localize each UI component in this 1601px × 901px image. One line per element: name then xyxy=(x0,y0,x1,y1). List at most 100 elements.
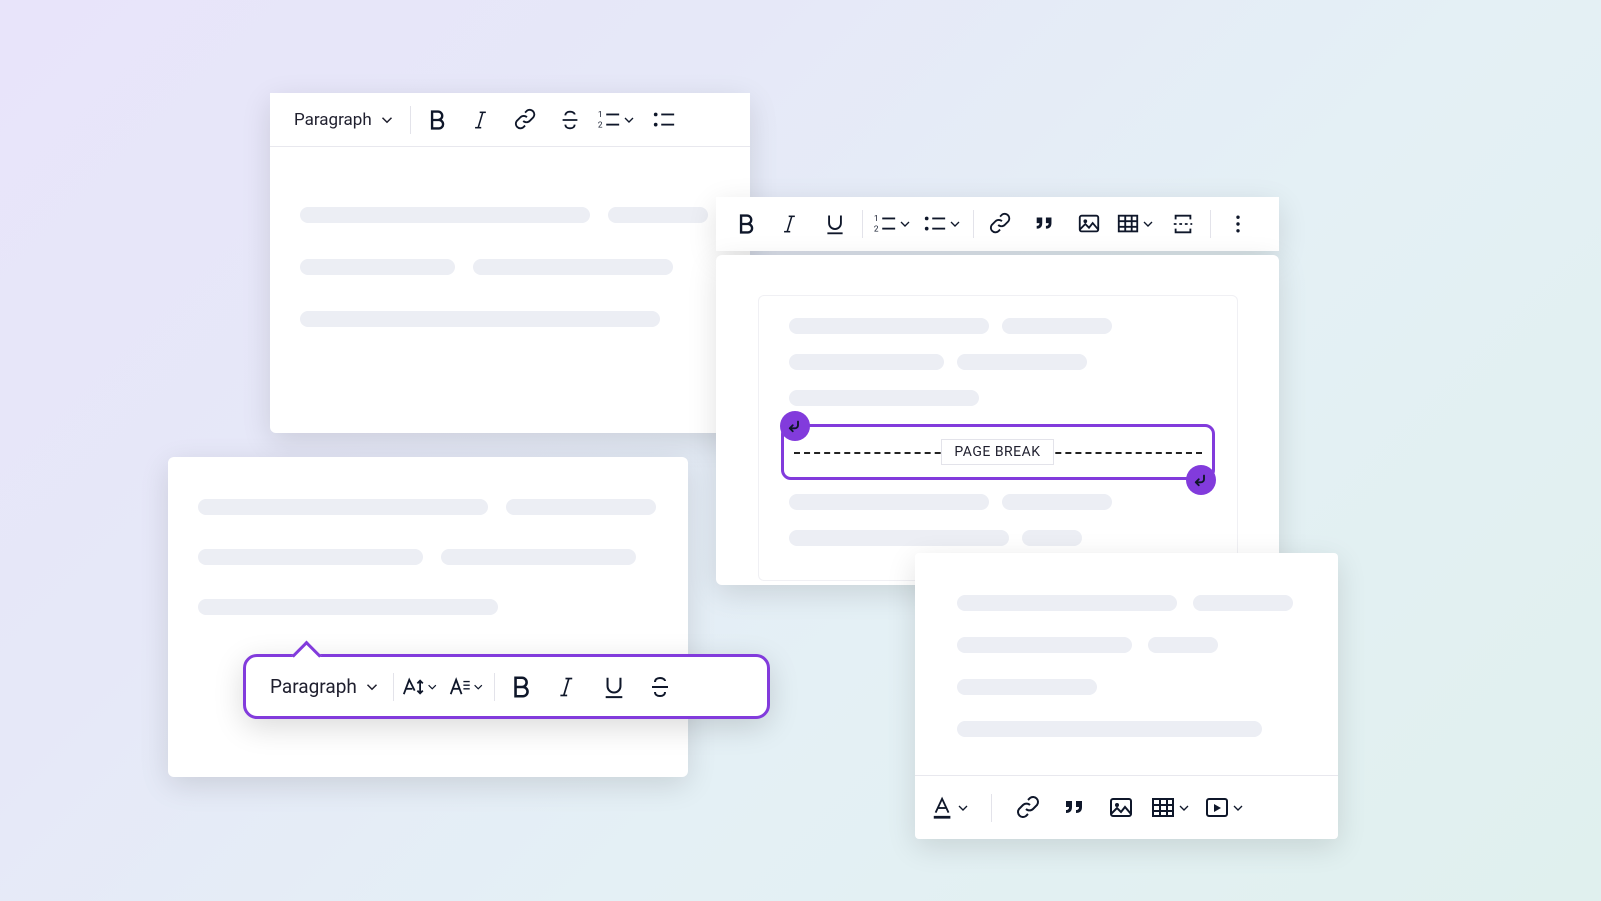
page-break-widget[interactable]: PAGE BREAK xyxy=(781,424,1215,480)
editor-panel-bottom-toolbar xyxy=(915,553,1338,839)
strikethrough-button[interactable] xyxy=(637,664,683,710)
ordered-list-button[interactable] xyxy=(869,203,917,245)
ordered-list-icon xyxy=(873,212,897,236)
heading-selector-label: Paragraph xyxy=(270,675,357,698)
chevron-down-icon xyxy=(1140,216,1156,232)
font-size-button[interactable] xyxy=(398,664,444,710)
chevron-down-icon xyxy=(471,679,485,695)
underline-button[interactable] xyxy=(814,203,856,245)
placeholder-text xyxy=(473,259,673,275)
italic-button[interactable] xyxy=(545,664,591,710)
toolbar-classic: Paragraph xyxy=(270,93,750,147)
font-color-button[interactable] xyxy=(927,787,975,829)
editor-toolbar-full xyxy=(716,197,1279,251)
chevron-down-icon xyxy=(1176,800,1192,816)
link-button[interactable] xyxy=(980,203,1022,245)
bold-button[interactable] xyxy=(499,664,545,710)
ordered-list-button[interactable] xyxy=(593,99,641,141)
heading-selector[interactable]: Paragraph xyxy=(280,99,404,141)
more-button[interactable] xyxy=(1217,203,1259,245)
placeholder-text xyxy=(957,354,1087,370)
placeholder-text xyxy=(198,599,498,615)
strikethrough-button[interactable] xyxy=(549,99,591,141)
content-area[interactable] xyxy=(270,147,750,423)
ordered-list-icon xyxy=(597,108,621,132)
bold-button[interactable] xyxy=(726,203,768,245)
font-family-icon xyxy=(448,675,472,699)
unordered-list-icon xyxy=(923,212,947,236)
link-button[interactable] xyxy=(505,99,547,141)
bold-icon xyxy=(427,107,449,133)
italic-button[interactable] xyxy=(461,99,503,141)
italic-icon xyxy=(472,107,492,133)
chevron-down-icon xyxy=(621,112,637,128)
quote-button[interactable] xyxy=(1024,203,1066,245)
widget-handle-bottom[interactable] xyxy=(1186,465,1216,495)
placeholder-text xyxy=(957,637,1132,653)
placeholder-text xyxy=(789,494,989,510)
unordered-list-icon xyxy=(652,108,676,132)
bold-icon xyxy=(736,211,758,237)
bold-button[interactable] xyxy=(417,99,459,141)
placeholder-text xyxy=(1022,530,1082,546)
placeholder-text xyxy=(300,259,455,275)
toolbar-separator xyxy=(862,210,863,238)
chevron-down-icon xyxy=(363,678,381,696)
table-icon xyxy=(1116,212,1140,236)
table-button[interactable] xyxy=(1146,787,1196,829)
heading-selector-label: Paragraph xyxy=(294,110,372,130)
toolbar-separator xyxy=(973,210,974,238)
widget-handle-top[interactable] xyxy=(780,411,810,441)
chevron-down-icon xyxy=(425,679,439,695)
heading-selector[interactable]: Paragraph xyxy=(256,666,389,708)
page-break-button[interactable] xyxy=(1162,203,1204,245)
table-button[interactable] xyxy=(1112,203,1160,245)
quote-icon xyxy=(1062,794,1088,822)
link-button[interactable] xyxy=(1008,787,1050,829)
chevron-down-icon xyxy=(378,111,396,129)
placeholder-text xyxy=(957,595,1177,611)
placeholder-text xyxy=(1148,637,1218,653)
chevron-down-icon xyxy=(955,800,971,816)
balloon-toolbar: Paragraph xyxy=(243,654,770,719)
placeholder-text xyxy=(198,499,488,515)
table-icon xyxy=(1150,795,1176,821)
placeholder-text xyxy=(198,549,423,565)
toolbar-separator xyxy=(494,673,495,701)
strikethrough-icon xyxy=(647,673,673,701)
content-area[interactable] xyxy=(915,553,1338,779)
image-button[interactable] xyxy=(1068,203,1110,245)
underline-icon xyxy=(824,211,846,237)
unordered-list-button[interactable] xyxy=(643,99,685,141)
italic-icon xyxy=(781,211,801,237)
chevron-down-icon xyxy=(897,216,913,232)
return-icon xyxy=(786,417,804,435)
return-icon xyxy=(1192,471,1210,489)
toolbar-separator xyxy=(393,673,394,701)
bottom-toolbar xyxy=(915,775,1338,839)
placeholder-text xyxy=(1193,595,1293,611)
placeholder-text xyxy=(608,207,708,223)
editor-panel-classic: Paragraph xyxy=(270,93,750,433)
bold-icon xyxy=(510,673,534,701)
media-button[interactable] xyxy=(1200,787,1250,829)
quote-button[interactable] xyxy=(1054,787,1096,829)
document-page[interactable]: PAGE BREAK xyxy=(758,295,1238,581)
image-icon xyxy=(1077,211,1101,237)
page-break-label: PAGE BREAK xyxy=(941,439,1053,465)
placeholder-text xyxy=(300,311,660,327)
italic-button[interactable] xyxy=(770,203,812,245)
toolbar-separator xyxy=(1210,210,1211,238)
italic-icon xyxy=(557,673,579,701)
editor-document-panel: PAGE BREAK xyxy=(716,255,1279,585)
font-family-button[interactable] xyxy=(444,664,490,710)
strikethrough-icon xyxy=(558,107,582,133)
quote-icon xyxy=(1033,211,1057,237)
placeholder-text xyxy=(789,390,979,406)
unordered-list-button[interactable] xyxy=(919,203,967,245)
placeholder-text xyxy=(441,549,636,565)
placeholder-text xyxy=(789,318,989,334)
placeholder-text xyxy=(1002,318,1112,334)
image-button[interactable] xyxy=(1100,787,1142,829)
underline-button[interactable] xyxy=(591,664,637,710)
